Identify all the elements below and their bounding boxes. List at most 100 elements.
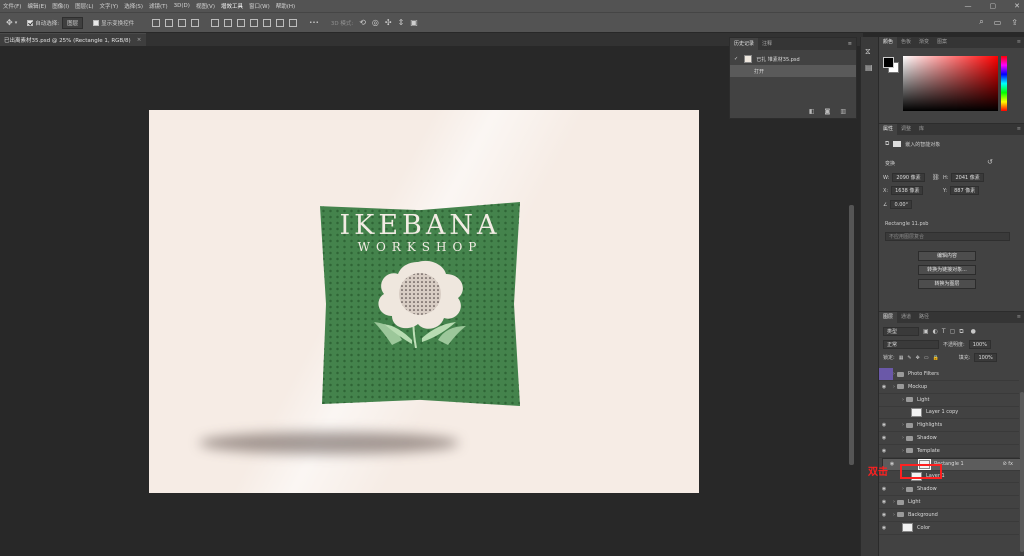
- auto-select-dropdown[interactable]: 图层: [62, 16, 84, 29]
- layer-filter-dropdown[interactable]: 类型: [883, 327, 919, 336]
- menu-help[interactable]: 帮助(H): [273, 2, 298, 10]
- camera-snapshot-icon[interactable]: ◙: [825, 108, 831, 115]
- layer-name[interactable]: Layer 1 copy: [926, 409, 958, 415]
- opacity-field[interactable]: 100%: [968, 340, 991, 349]
- expand-arrow-icon[interactable]: ›: [893, 371, 895, 377]
- layer-effects-icon[interactable]: ⊘ fx: [1003, 461, 1014, 467]
- layer-row[interactable]: ◉ › Template: [879, 445, 1019, 458]
- visibility-eye-icon[interactable]: ◉: [879, 525, 889, 531]
- align-hcenter-icon[interactable]: [165, 18, 174, 27]
- tab-paths[interactable]: 路径: [915, 312, 933, 323]
- expand-arrow-icon[interactable]: ›: [902, 448, 904, 454]
- lock-position-icon[interactable]: ✥: [916, 355, 920, 361]
- history-snapshot-row[interactable]: ✓ 已扎 堆素材35.psd: [730, 53, 856, 65]
- tab-gradients[interactable]: 渐变: [915, 37, 933, 48]
- edit-contents-button[interactable]: 编辑内容: [918, 251, 976, 261]
- lock-artboard-icon[interactable]: ▭: [924, 355, 929, 361]
- roll-3d-icon[interactable]: ◎: [372, 18, 379, 27]
- distribute-bottom-icon[interactable]: [263, 18, 272, 27]
- expand-arrow-icon[interactable]: ›: [893, 512, 895, 518]
- layer-row[interactable]: ◉ › Highlights: [879, 419, 1019, 433]
- menu-image[interactable]: 图像(I): [49, 2, 72, 10]
- filter-type-icon[interactable]: T: [942, 328, 946, 335]
- y-field[interactable]: 887 像素: [950, 186, 980, 195]
- more-options-button[interactable]: •••: [309, 20, 319, 26]
- link-proportions-icon[interactable]: ⛓: [932, 174, 940, 181]
- history-panel-icon[interactable]: ⧖: [865, 47, 878, 57]
- history-step-row[interactable]: 打开: [730, 65, 856, 77]
- layer-name[interactable]: Light: [917, 397, 929, 403]
- layer-name[interactable]: Template: [917, 448, 940, 454]
- angle-field[interactable]: 0.00°: [890, 200, 913, 209]
- layer-row[interactable]: Layer 1 copy: [879, 406, 1019, 420]
- expand-arrow-icon[interactable]: ›: [902, 422, 904, 428]
- align-vcenter-icon[interactable]: [211, 18, 220, 27]
- distribute-top-icon[interactable]: [237, 18, 246, 27]
- workspace-icon[interactable]: ▭: [994, 18, 1002, 27]
- layer-name[interactable]: Highlights: [917, 422, 942, 428]
- show-transform-checkbox[interactable]: [93, 19, 100, 26]
- menu-filter[interactable]: 滤镜(T): [146, 2, 171, 10]
- menu-3d[interactable]: 3D(D): [171, 3, 193, 9]
- layers-menu-icon[interactable]: ≡: [1013, 312, 1024, 323]
- auto-select-checkbox[interactable]: [27, 19, 34, 26]
- move-tool-icon[interactable]: ✥: [6, 18, 13, 27]
- visibility-eye-icon[interactable]: ◉: [879, 384, 889, 390]
- tab-adjustments[interactable]: 调整: [897, 124, 915, 135]
- search-icon[interactable]: ⌕: [979, 17, 983, 27]
- blend-mode-dropdown[interactable]: 正常: [883, 340, 939, 349]
- menu-layer[interactable]: 图层(L): [72, 2, 96, 10]
- visibility-eye-icon[interactable]: ◉: [879, 435, 889, 441]
- filter-shape-icon[interactable]: ▢: [950, 328, 956, 335]
- tab-notes[interactable]: 注释: [758, 38, 776, 50]
- menu-edit[interactable]: 编辑(E): [24, 2, 49, 10]
- layer-row[interactable]: ◉ › Shadow: [879, 432, 1019, 445]
- panel-menu-icon[interactable]: ≡: [844, 38, 856, 50]
- filter-smart-icon[interactable]: ⧉: [959, 328, 963, 336]
- new-document-from-state-icon[interactable]: ◧: [809, 108, 815, 115]
- visibility-eye-icon[interactable]: ◉: [879, 512, 889, 518]
- minimize-button[interactable]: —: [965, 2, 972, 10]
- tab-color[interactable]: 颜色: [879, 37, 898, 48]
- drag-3d-icon[interactable]: ✣: [385, 18, 392, 27]
- color-picker-field[interactable]: [903, 56, 998, 111]
- expand-arrow-icon[interactable]: ›: [902, 435, 904, 441]
- rotate-3d-icon[interactable]: ⟲: [359, 18, 366, 27]
- layer-row[interactable]: ◉ › Mockup: [879, 381, 1019, 394]
- layer-name[interactable]: Color: [917, 525, 930, 531]
- close-window-button[interactable]: ✕: [1014, 2, 1020, 10]
- layer-row[interactable]: › Light: [879, 394, 1019, 407]
- color-panel-menu-icon[interactable]: ≡: [1013, 37, 1024, 48]
- layer-name[interactable]: Mockup: [908, 384, 927, 390]
- layer-comp-dropdown[interactable]: 不应用图层复合: [885, 232, 1010, 241]
- align-right-icon[interactable]: [178, 18, 187, 27]
- filter-pixel-icon[interactable]: ▣: [923, 328, 929, 335]
- layer-row[interactable]: › Photo Filters: [879, 368, 1019, 381]
- lock-pixels-icon[interactable]: ✎: [907, 355, 911, 361]
- menu-view[interactable]: 视图(V): [193, 2, 218, 10]
- comment-panel-icon[interactable]: ▤: [865, 63, 878, 72]
- menu-plugins[interactable]: 增效工具: [218, 2, 246, 10]
- layer-thumbnail[interactable]: [911, 407, 922, 417]
- layers-scrollbar[interactable]: [1020, 392, 1024, 552]
- canvas-vertical-scrollbar[interactable]: [849, 205, 854, 465]
- visibility-eye-icon[interactable]: ◉: [879, 448, 889, 454]
- layer-name[interactable]: Shadow: [917, 435, 937, 441]
- layer-name[interactable]: Background: [908, 512, 938, 518]
- menu-file[interactable]: 文件(F): [0, 2, 24, 10]
- tool-preset-chevron-icon[interactable]: ▾: [15, 20, 18, 26]
- scale-3d-icon[interactable]: ▣: [410, 18, 418, 27]
- fill-field[interactable]: 100%: [974, 353, 997, 362]
- layer-row[interactable]: ◉ › Shadow: [879, 483, 1019, 497]
- layer-name[interactable]: Shadow: [917, 486, 937, 492]
- x-field[interactable]: 1638 像素: [891, 186, 924, 195]
- visibility-eye-icon[interactable]: ◉: [879, 486, 889, 492]
- menu-window[interactable]: 窗口(W): [246, 2, 273, 10]
- width-field[interactable]: 2090 像素: [892, 173, 925, 182]
- share-icon[interactable]: ⇪: [1011, 18, 1018, 27]
- slide-3d-icon[interactable]: ⇕: [398, 18, 405, 27]
- expand-arrow-icon[interactable]: ›: [902, 486, 904, 492]
- distribute-right-icon[interactable]: [289, 18, 298, 27]
- menu-select[interactable]: 选择(S): [121, 2, 146, 10]
- tab-patterns[interactable]: 图案: [933, 37, 951, 48]
